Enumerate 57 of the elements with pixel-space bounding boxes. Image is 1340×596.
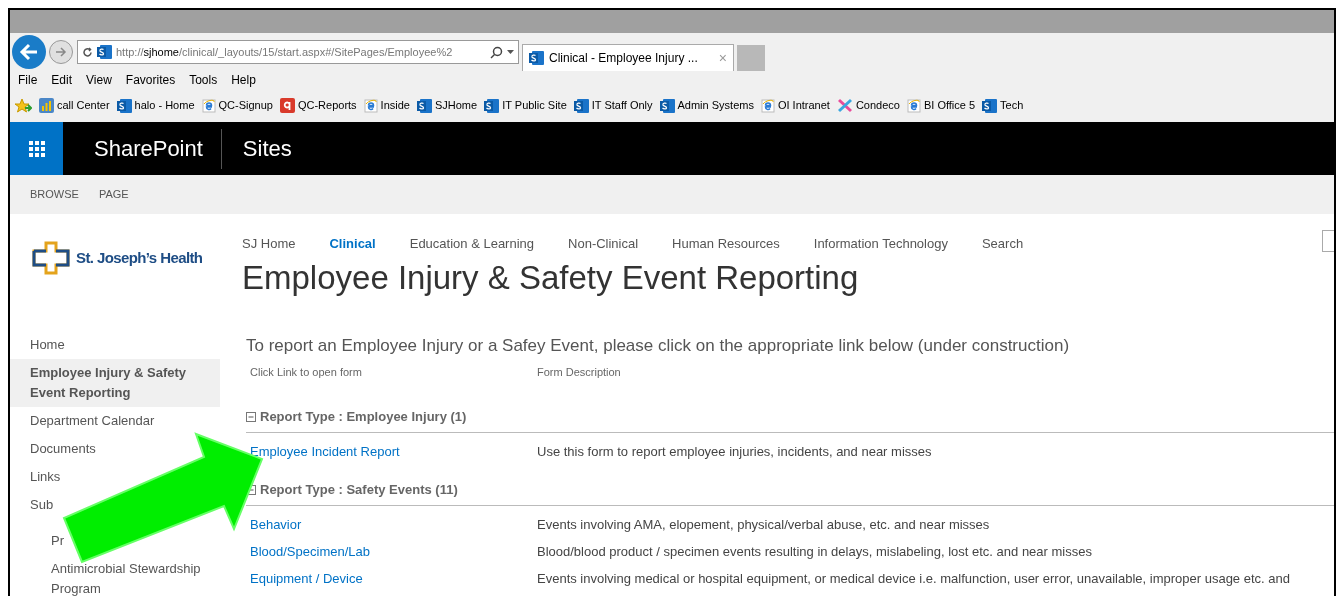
logo[interactable]: St. Joseph’s Health bbox=[10, 230, 220, 286]
form-link[interactable]: Employee Incident Report bbox=[250, 442, 537, 462]
menu-item[interactable]: Favorites bbox=[125, 71, 176, 89]
favorite-link[interactable]: Inside bbox=[380, 97, 410, 114]
nav-link[interactable]: Home bbox=[30, 331, 65, 359]
favorite-link[interactable]: QC-Reports bbox=[297, 97, 357, 114]
favorite-link[interactable]: IT Staff Only bbox=[591, 97, 653, 114]
column-header: Form Description bbox=[537, 365, 621, 380]
nav-link[interactable]: Links bbox=[30, 463, 61, 491]
favorite-link[interactable]: SJHome bbox=[434, 97, 478, 114]
top-nav-link[interactable]: Education & Learning bbox=[409, 234, 535, 254]
favorite-link[interactable]: Condeco bbox=[855, 97, 900, 114]
nav-link[interactable]: Sub bbox=[30, 491, 54, 519]
tab-title: Clinical - Employee Injury ... bbox=[549, 50, 699, 67]
ribbon-tab[interactable]: BROWSE bbox=[30, 186, 79, 203]
nav-link[interactable]: Pr bbox=[51, 527, 64, 555]
form-link[interactable]: Blood/Specimen/Lab bbox=[250, 542, 537, 562]
nav-link[interactable]: Antimicrobial Stewardship Program bbox=[51, 555, 220, 596]
top-nav-link[interactable]: SJ Home bbox=[242, 234, 296, 254]
sites-link[interactable]: Sites bbox=[242, 132, 292, 165]
url-text: http://sjhome/clinical/_layouts/15/start.aspx#/SitePages/Employee%2 bbox=[116, 44, 454, 60]
group-heading: Report Type : Safety Events (11) bbox=[260, 481, 458, 500]
menu-item[interactable]: View bbox=[86, 71, 112, 89]
top-nav-link[interactable]: Human Resources bbox=[672, 234, 780, 254]
page-title: Employee Injury & Safety Event Reporting bbox=[242, 257, 860, 298]
form-link[interactable]: Equipment / Device bbox=[250, 569, 537, 589]
group-heading: Report Type : Employee Injury (1) bbox=[260, 408, 467, 427]
column-header: Click Link to open form bbox=[250, 365, 363, 380]
favorite-link[interactable]: halo - Home bbox=[134, 97, 195, 114]
menu-item[interactable]: Help bbox=[231, 71, 256, 89]
favorite-link[interactable]: Tech bbox=[1000, 97, 1024, 114]
top-nav-link[interactable]: Information Technology bbox=[813, 234, 948, 254]
favorite-link[interactable]: IT Public Site bbox=[502, 97, 567, 114]
address-bar[interactable]: http://sjhome/clinical/_layouts/15/start.aspx#/SitePages/Employee%2 bbox=[77, 40, 519, 64]
form-description: Use this form to report employee injuries, incidents, and near misses bbox=[537, 443, 932, 462]
favorite-link[interactable]: OI Intranet bbox=[777, 97, 830, 114]
nav-link[interactable]: Documents bbox=[30, 435, 96, 463]
nav-link[interactable]: Employee Injury & Safety Event Reporting bbox=[10, 359, 220, 407]
brand-title[interactable]: SharePoint bbox=[94, 132, 221, 165]
ribbon-tab[interactable]: PAGE bbox=[98, 186, 129, 203]
form-description: Events involving AMA, elopement, physical/verbal abuse, etc. and near misses bbox=[537, 516, 990, 535]
form-link[interactable]: Behavior bbox=[250, 515, 537, 535]
top-nav-link[interactable]: Search bbox=[981, 234, 1024, 254]
favorite-link[interactable]: call Center bbox=[57, 97, 110, 114]
form-description: Events involving medical or hospital equipment, or medical device i.e. malfunction, user error, unavailable, improper usage etc. and bbox=[537, 570, 1290, 589]
browser-tab[interactable]: Clinical - Employee Injury ... × bbox=[522, 44, 734, 71]
favorite-link[interactable]: Admin Systems bbox=[677, 97, 754, 114]
menu-item[interactable]: File bbox=[18, 71, 38, 89]
menu-item[interactable]: Tools bbox=[189, 71, 218, 89]
form-description: Blood/blood product / specimen events resulting in delays, mislabeling, lost etc. and near misses bbox=[537, 543, 1092, 562]
favorite-link[interactable]: BI Office 5 bbox=[923, 97, 976, 114]
intro-text: To report an Employee Injury or a Safey Event, please click on the appropriate link below (under construction) bbox=[246, 334, 1071, 357]
nav-link[interactable]: Department Calendar bbox=[30, 407, 155, 435]
top-nav-link[interactable]: Non-Clinical bbox=[568, 234, 639, 254]
top-nav-link[interactable]: Clinical bbox=[329, 234, 376, 254]
favorite-link[interactable]: QC-Signup bbox=[218, 97, 273, 114]
menu-item[interactable]: Edit bbox=[51, 71, 73, 89]
